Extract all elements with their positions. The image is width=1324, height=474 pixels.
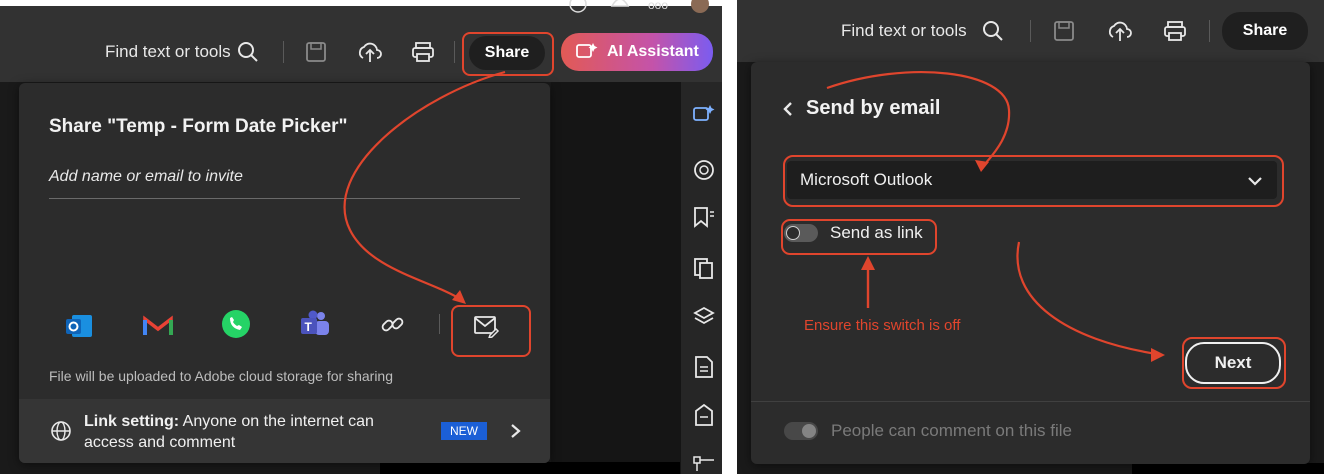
search-icon[interactable] — [236, 40, 260, 64]
ai-sparkle-icon[interactable] — [692, 103, 716, 125]
link-setting-value: Anyone on the internet can — [182, 413, 374, 430]
send-by-email-title: Send by email — [806, 97, 941, 119]
share-button-callout — [462, 32, 554, 76]
toggle-callout — [781, 219, 937, 255]
whatsapp-icon[interactable] — [220, 309, 252, 341]
ai-assistant-label: AI Assistant — [607, 43, 699, 60]
teams-icon[interactable]: T — [299, 310, 331, 340]
select-callout — [783, 155, 1284, 207]
document-icon[interactable] — [692, 355, 716, 379]
find-tools-label[interactable]: Find text or tools — [105, 42, 231, 62]
find-tools-label[interactable]: Find text or tools — [841, 21, 967, 41]
globe-icon — [51, 421, 71, 441]
bottom-strip — [1132, 463, 1324, 474]
comment-toggle[interactable] — [784, 422, 818, 440]
share-button[interactable]: Share — [1222, 12, 1308, 50]
ai-assistant-button[interactable]: AI Assistant — [561, 33, 713, 71]
link-setting-label: Link setting: — [84, 413, 180, 430]
gmail-icon[interactable] — [143, 314, 173, 338]
email-dialog — [751, 62, 1310, 464]
left-screenshot: ooo Find text or tools Share AI Assistan… — [0, 0, 722, 474]
cloud-upload-icon[interactable] — [1107, 19, 1133, 43]
attachment-icon[interactable] — [692, 403, 716, 427]
share-dialog-title: Share "Temp - Form Date Picker" — [49, 116, 348, 137]
upload-note: File will be uploaded to Adobe cloud sto… — [49, 368, 393, 384]
document-gap — [551, 82, 681, 474]
toolbar-divider — [1209, 20, 1210, 42]
search-icon[interactable] — [981, 19, 1005, 43]
bookmark-icon[interactable] — [692, 205, 716, 229]
email-callout — [451, 305, 531, 357]
new-badge: NEW — [441, 422, 487, 440]
toggle-knob — [802, 424, 816, 438]
dialog-divider — [751, 401, 1310, 402]
link-setting-value-2: access and comment — [84, 434, 236, 451]
invite-input[interactable]: Add name or email to invite — [49, 168, 520, 199]
comment-toggle-label: People can comment on this file — [831, 421, 1072, 440]
pages-icon[interactable] — [692, 256, 716, 280]
toolbar-divider — [283, 41, 284, 63]
print-icon[interactable] — [1163, 20, 1187, 42]
cloud-upload-icon[interactable] — [357, 40, 383, 64]
chevron-right-icon[interactable] — [509, 423, 523, 439]
targets-divider — [439, 314, 440, 334]
right-screenshot: Find text or tools Share Send by email M… — [737, 0, 1324, 474]
link-setting-text: Link setting: Anyone on the internet can… — [84, 411, 374, 453]
layers-icon[interactable] — [692, 305, 716, 329]
annotation-text: Ensure this switch is off — [804, 317, 961, 334]
canvas-strip — [380, 462, 680, 474]
outlook-icon[interactable] — [64, 312, 94, 340]
print-icon[interactable] — [411, 41, 435, 63]
save-icon[interactable] — [1053, 20, 1075, 42]
apps-icon: ooo — [648, 0, 668, 12]
comment-icon[interactable] — [692, 158, 716, 182]
link-icon[interactable] — [380, 312, 406, 338]
back-chevron-icon[interactable] — [781, 100, 795, 118]
next-callout — [1182, 337, 1286, 389]
toolbar-divider — [1030, 20, 1031, 42]
top-strip: ooo — [0, 0, 722, 22]
structure-icon[interactable] — [692, 455, 716, 471]
svg-text:T: T — [305, 320, 313, 334]
toolbar-divider — [454, 41, 455, 63]
save-icon[interactable] — [305, 41, 327, 63]
ai-sparkle-icon — [576, 43, 598, 58]
